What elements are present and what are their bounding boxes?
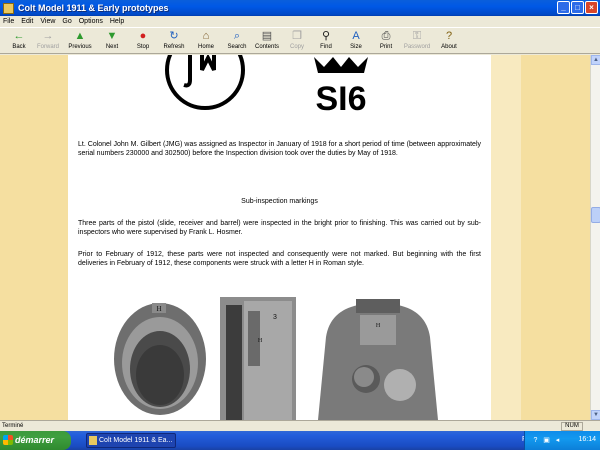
scroll-down-button[interactable]: ▼ [591,410,600,420]
menu-bar: File Edit View Go Options Help [0,16,600,27]
find-icon: ⚲ [321,30,331,42]
si6-logo-text: SI6 [315,80,366,117]
toolbar-label: Stop [136,44,150,50]
forward-icon: → [42,30,54,42]
slide-photo: H [308,297,448,420]
scroll-up-button[interactable]: ▲ [591,55,600,65]
clock: 16:14 [578,436,596,443]
toolbar-label: Contents [254,44,279,50]
about-icon: ? [445,30,453,42]
toolbar-label: Find [320,44,332,50]
num-lock-indicator: NUM [561,422,583,431]
title-bar: Colt Model 1911 & Early prototypes _ □ × [0,0,600,16]
app-icon [3,2,14,14]
minimize-button[interactable]: _ [557,1,570,14]
toolbar-label: Print [379,44,393,50]
toolbar-home-button[interactable]: ⌂ Home [189,30,223,50]
jmg-logo [165,55,245,110]
toolbar-label: Size [350,44,362,50]
app-task-icon [89,436,97,445]
section-heading: Sub-inspection markings [241,198,318,205]
toolbar-previous-button[interactable]: ▲ Previous [63,30,97,50]
volume-tray-icon[interactable]: ◂ [553,436,562,445]
refresh-icon: ↻ [169,30,179,42]
toolbar-label: Password [403,44,431,50]
barrel-photo: H [110,297,210,420]
scroll-thumb[interactable] [591,207,600,223]
taskbar-item-label: Colt Model 1911 & Ea... [99,437,173,444]
status-bar: Terminé NUM [0,420,600,431]
receiver-number: 3 [273,314,277,321]
toolbar-label: Forward [36,44,59,50]
left-margin [0,55,68,420]
status-text: Terminé [2,423,24,429]
maximize-button[interactable]: □ [571,1,584,14]
window-title: Colt Model 1911 & Early prototypes [18,3,169,13]
toolbar-search-button[interactable]: ⌕ Search [220,30,254,50]
password-icon: ⚿ [412,30,422,42]
menu-go[interactable]: Go [62,18,71,25]
menu-help[interactable]: Help [110,18,124,25]
taskbar-window-item[interactable]: Colt Model 1911 & Ea... [86,433,176,448]
menu-edit[interactable]: Edit [21,18,33,25]
right-margin [491,55,521,420]
toolbar-size-button[interactable]: A Size [339,30,373,50]
toolbar-stop-button[interactable]: ● Stop [126,30,160,50]
toolbar-password-button[interactable]: ⚿ Password [400,30,434,50]
paragraph-inspector: Lt. Colonel John M. Gilbert (JMG) was as… [78,141,481,157]
search-icon: ⌕ [233,30,241,42]
next-icon: ▼ [106,30,118,42]
home-icon: ⌂ [202,30,210,42]
document-page: SI6 Lt. Colonel John M. Gilbert (JMG) wa… [68,55,491,420]
toolbar-label: Copy [289,44,304,50]
toolbar-about-button[interactable]: ? About [432,30,466,50]
toolbar-label: Back [12,44,26,50]
receiver-mark: H [258,338,263,344]
stop-icon: ● [139,30,147,42]
contents-icon: ▤ [261,30,273,42]
si6-logo: SI6 [314,57,368,117]
taskbar: démarrer Colt Model 1911 & Ea... FR ? ▣ … [0,431,600,450]
menu-file[interactable]: File [3,18,14,25]
network-tray-icon[interactable]: ▣ [542,436,551,445]
toolbar-refresh-button[interactable]: ↻ Refresh [157,30,191,50]
barrel-mark: H [156,305,161,313]
menu-options[interactable]: Options [79,18,103,25]
close-button[interactable]: × [585,1,598,14]
toolbar-label: Next [105,44,119,50]
receiver-photo: 3 H [218,297,298,420]
slide-mark: H [376,323,381,329]
toolbar-label: Refresh [163,44,185,50]
menu-view[interactable]: View [40,18,55,25]
size-icon: A [352,30,360,42]
toolbar-next-button[interactable]: ▼ Next [95,30,129,50]
copy-icon: ❐ [292,30,302,42]
start-label: démarrer [15,435,55,445]
toolbar-forward-button[interactable]: → Forward [31,30,65,50]
content-area: SI6 Lt. Colonel John M. Gilbert (JMG) wa… [0,55,590,420]
toolbar-label: About [441,44,457,50]
toolbar: ← Back → Forward ▲ Previous ▼ Next ● Stop ↻ Refresh… [0,27,600,54]
toolbar-contents-button[interactable]: ▤ Contents [250,30,284,50]
previous-icon: ▲ [74,30,86,42]
toolbar-label: Previous [68,44,92,50]
print-icon: ⎙ [381,30,391,42]
toolbar-label: Home [197,44,214,50]
toolbar-find-button[interactable]: ⚲ Find [309,30,343,50]
start-button[interactable]: démarrer [0,431,71,450]
paragraph-markings: Prior to February of 1912, these parts w… [78,251,481,267]
system-tray: ? ▣ ◂ 16:14 [524,431,600,450]
toolbar-print-button[interactable]: ⎙ Print [369,30,403,50]
paragraph-subinspection: Three parts of the pistol (slide, receiv… [78,220,481,236]
toolbar-label: Search [227,44,247,50]
windows-flag-icon [3,435,13,445]
help-tray-icon[interactable]: ? [531,436,540,445]
back-icon: ← [13,30,25,42]
vertical-scrollbar[interactable]: ▲ ▼ [590,55,600,420]
